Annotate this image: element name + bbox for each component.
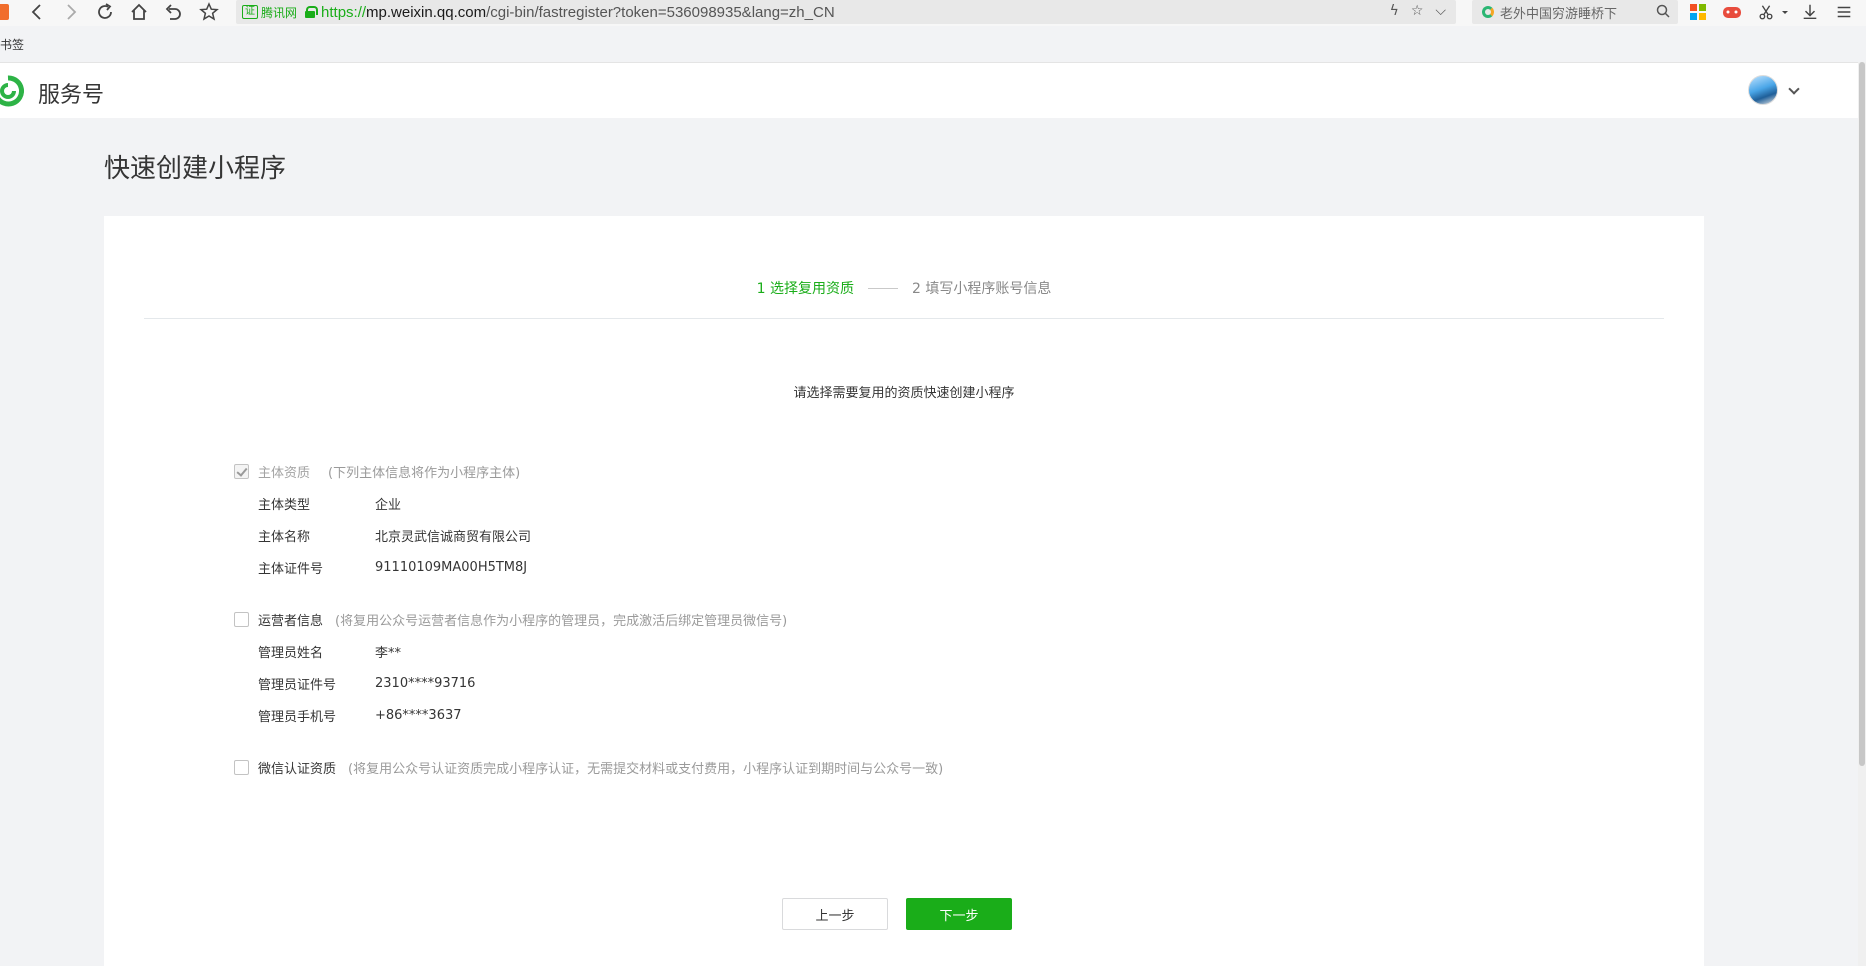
- field-row: 管理员证件号 2310****93716: [234, 667, 787, 699]
- star-icon[interactable]: [196, 0, 222, 24]
- field-row: 管理员手机号 +86****3637: [234, 699, 787, 731]
- field-row: 主体类型 企业: [234, 487, 531, 519]
- field-label: 管理员证件号: [258, 677, 337, 693]
- url-domain: mp.weixin.qq.com: [366, 3, 487, 21]
- field-label: 主体名称: [258, 529, 311, 545]
- field-value: 企业: [375, 497, 402, 513]
- entity-hint: (下列主体信息将作为小程序主体): [328, 465, 521, 481]
- field-value: 91110109MA00H5TM8J: [375, 559, 528, 575]
- cert-badge[interactable]: 证 腾讯网: [242, 4, 297, 21]
- field-label: 主体证件号: [258, 561, 324, 577]
- verify-label[interactable]: 微信认证资质: [258, 758, 336, 777]
- address-bar[interactable]: 证 腾讯网 https:// mp.weixin.qq.com /cgi-bin…: [236, 0, 1456, 24]
- operator-section: 运营者信息 (将复用公众号运营者信息作为小程序的管理员，完成激活后绑定管理员微信…: [234, 609, 787, 731]
- verify-checkbox-row[interactable]: 微信认证资质 (将复用公众号认证资质完成小程序认证，无需提交材料或支付费用，小程…: [234, 757, 943, 777]
- field-label: 管理员姓名: [258, 645, 324, 661]
- lock-icon: [305, 6, 319, 18]
- intro-text: 请选择需要复用的资质快速创建小程序: [793, 386, 1015, 401]
- search-placeholder: 老外中国穷游睡桥下: [1500, 6, 1618, 22]
- undo-icon[interactable]: [160, 0, 186, 24]
- brand-name[interactable]: 服务号: [38, 77, 104, 109]
- home-icon[interactable]: [126, 0, 152, 24]
- search-icon[interactable]: [1656, 4, 1670, 18]
- operator-checkbox[interactable]: [234, 611, 249, 627]
- verify-checkbox[interactable]: [234, 759, 249, 775]
- next-step-button[interactable]: 下一步: [906, 898, 1012, 930]
- field-row: 主体名称 北京灵武信诚商贸有限公司: [234, 519, 531, 551]
- reload-icon[interactable]: [92, 0, 118, 24]
- avatar[interactable]: [1748, 75, 1778, 105]
- browser-toolbar: 证 腾讯网 https:// mp.weixin.qq.com /cgi-bin…: [0, 0, 1866, 26]
- operator-checkbox-row[interactable]: 运营者信息 (将复用公众号运营者信息作为小程序的管理员，完成激活后绑定管理员微信…: [234, 609, 787, 629]
- field-value: 李**: [375, 645, 402, 661]
- url-scheme: https://: [321, 3, 367, 21]
- step-1: 1 选择复用资质: [756, 281, 854, 297]
- entity-checkbox: [234, 463, 249, 479]
- page-title: 快速创建小程序: [104, 154, 287, 184]
- bookmarks-bar-label[interactable]: 书签: [0, 36, 24, 53]
- menu-icon[interactable]: [1834, 2, 1854, 22]
- step-2: 2 填写小程序账号信息: [912, 281, 1052, 297]
- apps-grid-icon[interactable]: [1688, 2, 1708, 22]
- field-label: 主体类型: [258, 497, 311, 513]
- prev-step-button[interactable]: 上一步: [782, 898, 888, 930]
- service-account-logo-icon[interactable]: [0, 75, 24, 107]
- field-row: 主体证件号 91110109MA00H5TM8J: [234, 551, 531, 583]
- field-value: +86****3637: [375, 707, 462, 723]
- field-value: 北京灵武信诚商贸有限公司: [375, 529, 532, 545]
- entity-label: 主体资质: [258, 465, 311, 481]
- cert-icon: 证: [242, 5, 258, 19]
- back-icon[interactable]: [24, 0, 50, 24]
- verify-hint: (将复用公众号认证资质完成小程序认证，无需提交材料或支付费用，小程序认证到期时间…: [348, 761, 944, 777]
- scissors-dropdown-icon[interactable]: [1780, 2, 1790, 22]
- site-header: 服务号: [0, 62, 1858, 118]
- entity-checkbox-row: 主体资质 (下列主体信息将作为小程序主体): [234, 461, 531, 481]
- cert-issuer: 腾讯网: [261, 5, 298, 20]
- download-icon[interactable]: [1800, 2, 1820, 22]
- operator-label[interactable]: 运营者信息: [258, 610, 323, 629]
- chevron-down-icon[interactable]: [1788, 83, 1800, 95]
- game-icon[interactable]: [1722, 2, 1742, 22]
- bookmark-star-icon[interactable]: ☆: [1411, 3, 1424, 19]
- url-path: /cgi-bin/fastregister?token=536098935&la…: [486, 3, 835, 21]
- field-row: 管理员姓名 李**: [234, 635, 787, 667]
- search-engine-icon: [1482, 6, 1494, 18]
- scrollbar-thumb[interactable]: [1859, 62, 1865, 766]
- search-input[interactable]: 老外中国穷游睡桥下: [1472, 0, 1678, 24]
- chevron-down-icon[interactable]: ⌵: [1435, 3, 1446, 19]
- scissors-icon[interactable]: [1756, 2, 1776, 22]
- step-indicator: 1 选择复用资质 2 填写小程序账号信息: [104, 278, 1704, 298]
- verify-section: 微信认证资质 (将复用公众号认证资质完成小程序认证，无需提交材料或支付费用，小程…: [234, 757, 943, 777]
- divider: [144, 318, 1664, 319]
- field-label: 管理员手机号: [258, 709, 337, 725]
- scrollbar[interactable]: [1858, 62, 1866, 966]
- entity-section: 主体资质 (下列主体信息将作为小程序主体) 主体类型 企业 主体名称 北京灵武信…: [234, 461, 531, 583]
- operator-hint: (将复用公众号运营者信息作为小程序的管理员，完成激活后绑定管理员微信号): [335, 613, 788, 629]
- main-card: 1 选择复用资质 2 填写小程序账号信息 请选择需要复用的资质快速创建小程序 主…: [104, 216, 1704, 966]
- field-value: 2310****93716: [375, 675, 476, 691]
- lightning-icon[interactable]: ϟ: [1390, 3, 1399, 19]
- forward-icon[interactable]: [58, 0, 84, 24]
- step-separator: [868, 287, 898, 289]
- tab-favicon-icon: [0, 4, 9, 20]
